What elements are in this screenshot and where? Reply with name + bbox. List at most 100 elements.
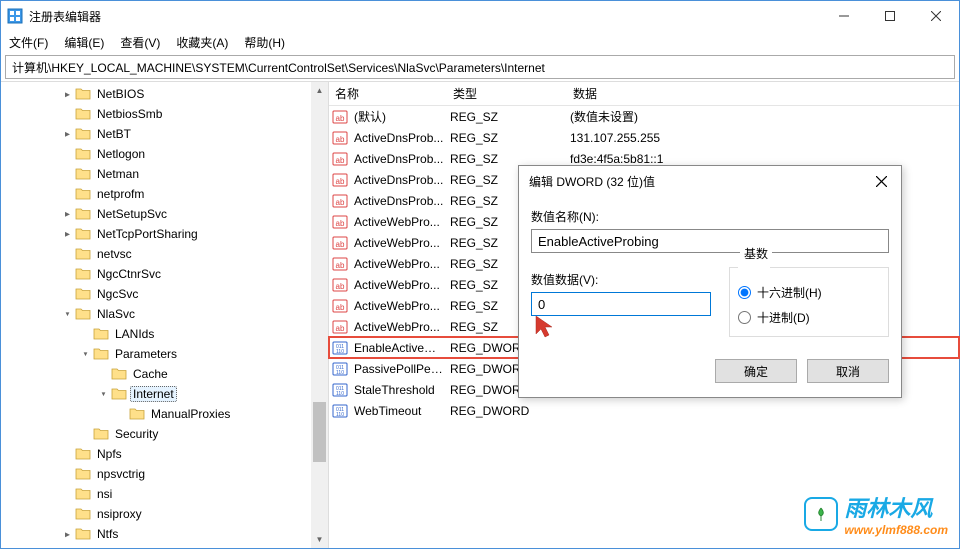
tree-item[interactable]: npsvctrig	[1, 464, 328, 484]
value-name: PassivePollPeri...	[351, 362, 447, 376]
cancel-button[interactable]: 取消	[807, 359, 889, 383]
tree-item[interactable]: Cache	[1, 364, 328, 384]
tree-item-label: NgcSvc	[94, 286, 141, 302]
menu-view[interactable]: 查看(V)	[120, 34, 160, 51]
folder-icon	[75, 227, 91, 241]
menu-edit[interactable]: 编辑(E)	[64, 34, 104, 51]
menu-help[interactable]: 帮助(H)	[244, 34, 285, 51]
folder-icon	[93, 327, 109, 341]
tree-item[interactable]: ▶NetTcpPortSharing	[1, 224, 328, 244]
value-icon: ab	[332, 109, 348, 125]
tree-scrollbar[interactable]: ▲ ▼	[311, 82, 328, 548]
expand-icon[interactable]: ▶	[59, 529, 75, 540]
tree-item[interactable]: LANIds	[1, 324, 328, 344]
tree-item[interactable]: ▶NetSetupSvc	[1, 204, 328, 224]
list-row[interactable]: ab(默认)REG_SZ(数值未设置)	[329, 106, 959, 127]
tree-item[interactable]: Netman	[1, 164, 328, 184]
tree-item-label: NetBIOS	[94, 86, 147, 102]
tree-item[interactable]: NgcCtnrSvc	[1, 264, 328, 284]
tree-item[interactable]: netprofm	[1, 184, 328, 204]
value-name-input[interactable]	[531, 229, 889, 253]
value-name: ActiveWebPro...	[351, 320, 447, 334]
tree-item[interactable]: ▼Internet	[1, 384, 328, 404]
scroll-up-icon[interactable]: ▲	[311, 82, 328, 99]
dialog-close-button[interactable]	[861, 166, 901, 196]
svg-text:ab: ab	[336, 240, 345, 249]
svg-text:ab: ab	[336, 177, 345, 186]
folder-icon	[75, 447, 91, 461]
radio-hex-input[interactable]	[738, 286, 751, 299]
close-button[interactable]	[913, 1, 959, 31]
tree-item[interactable]: ▶Ntfs	[1, 524, 328, 544]
tree-item[interactable]: nsi	[1, 484, 328, 504]
expand-icon[interactable]: ▼	[59, 309, 75, 319]
value-type: REG_SZ	[447, 152, 567, 166]
svg-text:ab: ab	[336, 282, 345, 291]
tree-item[interactable]: ▶NetBT	[1, 124, 328, 144]
value-data-input[interactable]	[531, 292, 711, 316]
col-header-type[interactable]: 类型	[447, 82, 567, 105]
folder-icon	[111, 367, 127, 381]
value-icon: ab	[332, 151, 348, 167]
svg-text:ab: ab	[336, 324, 345, 333]
svg-text:ab: ab	[336, 303, 345, 312]
value-icon: ab	[332, 298, 348, 314]
tree-item[interactable]: ▶ NetBIOS	[1, 84, 328, 104]
value-name: ActiveDnsProb...	[351, 173, 447, 187]
svg-text:ab: ab	[336, 156, 345, 165]
tree-item-label: nsiproxy	[94, 506, 145, 522]
list-row[interactable]: abActiveDnsProb...REG_SZ131.107.255.255	[329, 127, 959, 148]
expand-icon[interactable]: ▶	[59, 209, 75, 220]
menu-file[interactable]: 文件(F)	[9, 34, 48, 51]
base-group: 基数 十六进制(H) 十进制(D)	[729, 259, 889, 337]
radio-dec-label: 十进制(D)	[757, 309, 810, 326]
folder-icon	[75, 507, 91, 521]
tree-item[interactable]: ▼NlaSvc	[1, 304, 328, 324]
scroll-thumb[interactable]	[313, 402, 326, 462]
menu-favorites[interactable]: 收藏夹(A)	[176, 34, 228, 51]
dialog-titlebar: 编辑 DWORD (32 位)值	[519, 166, 901, 196]
folder-icon	[75, 247, 91, 261]
tree-item[interactable]: ManualProxies	[1, 404, 328, 424]
edit-dword-dialog: 编辑 DWORD (32 位)值 数值名称(N): 数值数据(V): 基数 十六…	[518, 165, 902, 398]
expand-icon[interactable]: ▼	[95, 389, 111, 399]
base-label: 基数	[740, 245, 772, 262]
tree-item[interactable]: nsiproxy	[1, 504, 328, 524]
ok-button[interactable]: 确定	[715, 359, 797, 383]
tree-item[interactable]: NgcSvc	[1, 284, 328, 304]
tree-item[interactable]: netvsc	[1, 244, 328, 264]
svg-text:ab: ab	[336, 261, 345, 270]
tree-item-label: netprofm	[94, 186, 147, 202]
value-data-label: 数值数据(V):	[531, 271, 711, 288]
tree-item-label: LANIds	[112, 326, 157, 342]
radio-dec-input[interactable]	[738, 311, 751, 324]
tree-item[interactable]: Netlogon	[1, 144, 328, 164]
tree-item[interactable]: ▼Parameters	[1, 344, 328, 364]
scroll-down-icon[interactable]: ▼	[311, 531, 328, 548]
expand-icon[interactable]: ▶	[59, 229, 75, 240]
radio-dec[interactable]: 十进制(D)	[738, 309, 880, 326]
expand-icon[interactable]: ▶	[59, 89, 75, 100]
value-name: ActiveDnsProb...	[351, 152, 447, 166]
folder-icon	[93, 427, 109, 441]
minimize-button[interactable]	[821, 1, 867, 31]
tree-item-label: Npfs	[94, 446, 125, 462]
list-row[interactable]: 011110WebTimeoutREG_DWORD	[329, 400, 959, 421]
col-header-name[interactable]: 名称	[329, 82, 447, 105]
tree-item[interactable]: NetbiosSmb	[1, 104, 328, 124]
expand-icon[interactable]: ▶	[59, 129, 75, 140]
folder-icon	[75, 267, 91, 281]
address-text: 计算机\HKEY_LOCAL_MACHINE\SYSTEM\CurrentCon…	[12, 59, 545, 76]
maximize-button[interactable]	[867, 1, 913, 31]
col-header-data[interactable]: 数据	[567, 82, 959, 105]
value-icon: ab	[332, 193, 348, 209]
address-bar[interactable]: 计算机\HKEY_LOCAL_MACHINE\SYSTEM\CurrentCon…	[5, 55, 955, 79]
folder-icon	[75, 287, 91, 301]
expand-icon[interactable]: ▼	[77, 349, 93, 359]
folder-icon	[75, 167, 91, 181]
tree-item[interactable]: Npfs	[1, 444, 328, 464]
tree-item[interactable]: Security	[1, 424, 328, 444]
value-name: ActiveWebPro...	[351, 299, 447, 313]
svg-text:110: 110	[336, 412, 344, 418]
radio-hex[interactable]: 十六进制(H)	[738, 284, 880, 301]
